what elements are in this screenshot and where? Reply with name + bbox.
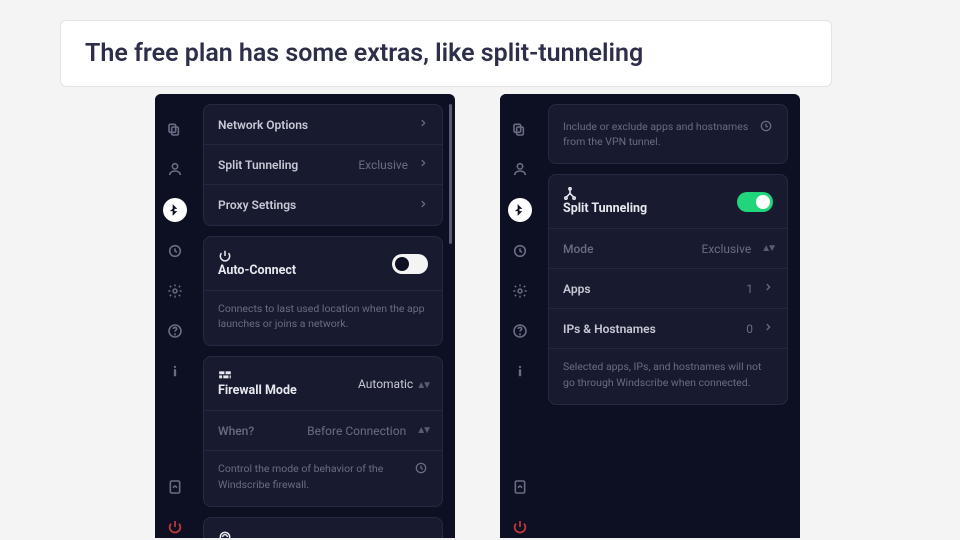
firewall-when-label: When? bbox=[218, 424, 254, 438]
connection-mode-card: Connection Mode Automatic ▲▼ bbox=[203, 517, 443, 538]
apps-row[interactable]: Apps 1 bbox=[549, 269, 787, 309]
apps-label: Apps bbox=[563, 282, 591, 296]
content-right: Include or exclude apps and hostnames fr… bbox=[540, 94, 800, 538]
nav-account-icon[interactable] bbox=[509, 158, 531, 180]
split-tunneling-toggle[interactable] bbox=[737, 192, 773, 212]
nav-account-icon[interactable] bbox=[164, 158, 186, 180]
firewall-when-select[interactable]: Before Connection ▲▼ bbox=[307, 424, 428, 438]
settings-panel-right: Include or exclude apps and hostnames fr… bbox=[500, 94, 800, 538]
connection-mode-title-group: Connection Mode bbox=[218, 530, 317, 538]
chevron-right-icon bbox=[418, 117, 428, 132]
nav-logout-icon[interactable] bbox=[164, 476, 186, 498]
content-left: Network Options Split Tunneling Exclusiv… bbox=[195, 94, 455, 538]
firewall-mode-value: Automatic bbox=[358, 377, 413, 391]
connection-mode-value: Automatic bbox=[358, 537, 413, 538]
split-tunneling-icon bbox=[563, 187, 647, 201]
network-options-label: Network Options bbox=[218, 118, 308, 132]
network-options-row[interactable]: Network Options bbox=[204, 105, 442, 145]
auto-connect-description: Connects to last used location when the … bbox=[218, 301, 428, 331]
auto-connect-toggle[interactable] bbox=[392, 254, 428, 274]
updown-icon: ▲▼ bbox=[416, 380, 428, 391]
mode-select[interactable]: Exclusive ▲▼ bbox=[702, 242, 773, 256]
nav-robert-icon[interactable] bbox=[509, 240, 531, 262]
connection-mode-icon bbox=[218, 530, 317, 538]
nav-preferences-icon[interactable] bbox=[509, 280, 531, 302]
nav-preferences-icon[interactable] bbox=[164, 280, 186, 302]
nav-help-icon[interactable] bbox=[164, 320, 186, 342]
nav-robert-icon[interactable] bbox=[164, 240, 186, 262]
proxy-settings-label: Proxy Settings bbox=[218, 198, 296, 212]
split-tunneling-card: Split Tunneling Mode Exclusive ▲▼ Apps 1 bbox=[548, 174, 788, 404]
firewall-when-value: Before Connection bbox=[307, 424, 406, 438]
split-tunneling-info-card: Include or exclude apps and hostnames fr… bbox=[548, 104, 788, 164]
auto-connect-icon bbox=[218, 249, 296, 263]
nav-connection-icon[interactable] bbox=[508, 198, 532, 222]
split-tunneling-footer: Selected apps, IPs, and hostnames will n… bbox=[563, 359, 773, 389]
nav-help-icon[interactable] bbox=[509, 320, 531, 342]
chevron-right-icon bbox=[418, 157, 428, 172]
clock-icon bbox=[414, 461, 428, 479]
hosts-row[interactable]: IPs & Hostnames 0 bbox=[549, 309, 787, 349]
split-tunneling-info: Include or exclude apps and hostnames fr… bbox=[563, 119, 749, 149]
split-tunneling-card-title: Split Tunneling bbox=[563, 187, 647, 216]
nav-quit-icon[interactable] bbox=[509, 516, 531, 538]
chevron-right-icon bbox=[763, 321, 773, 336]
updown-icon: ▲▼ bbox=[761, 243, 773, 254]
nav-logout-icon[interactable] bbox=[509, 476, 531, 498]
auto-connect-card: Auto-Connect Connects to last used locat… bbox=[203, 236, 443, 346]
updown-icon: ▲▼ bbox=[416, 425, 428, 436]
nav-connection-icon[interactable] bbox=[163, 198, 187, 222]
hosts-label: IPs & Hostnames bbox=[563, 322, 656, 336]
split-tunneling-row[interactable]: Split Tunneling Exclusive bbox=[204, 145, 442, 185]
firewall-title-group: Firewall Mode bbox=[218, 369, 297, 398]
nav-general-icon[interactable] bbox=[509, 118, 531, 140]
firewall-card: Firewall Mode Automatic ▲▼ When? Before … bbox=[203, 356, 443, 506]
connection-nav-card: Network Options Split Tunneling Exclusiv… bbox=[203, 104, 443, 226]
firewall-description: Control the mode of behavior of the Wind… bbox=[218, 461, 404, 491]
nav-about-icon[interactable] bbox=[509, 360, 531, 382]
auto-connect-title: Auto-Connect bbox=[218, 249, 296, 278]
scrollbar-thumb[interactable] bbox=[449, 104, 452, 244]
split-tunneling-label: Split Tunneling bbox=[218, 158, 298, 172]
caption-card: The free plan has some extras, like spli… bbox=[60, 20, 832, 87]
split-tunneling-status: Exclusive bbox=[358, 158, 408, 172]
connection-mode-select[interactable]: Automatic ▲▼ bbox=[358, 537, 428, 538]
sidebar bbox=[500, 94, 540, 538]
nav-about-icon[interactable] bbox=[164, 360, 186, 382]
nav-quit-icon[interactable] bbox=[164, 516, 186, 538]
mode-value: Exclusive bbox=[702, 242, 752, 256]
caption-text: The free plan has some extras, like spli… bbox=[85, 39, 643, 68]
apps-count: 1 bbox=[746, 282, 753, 296]
sidebar bbox=[155, 94, 195, 538]
settings-panel-left: Network Options Split Tunneling Exclusiv… bbox=[155, 94, 455, 538]
chevron-right-icon bbox=[418, 198, 428, 213]
proxy-settings-row[interactable]: Proxy Settings bbox=[204, 185, 442, 225]
chevron-right-icon bbox=[763, 281, 773, 296]
nav-general-icon[interactable] bbox=[164, 118, 186, 140]
firewall-mode-select[interactable]: Automatic ▲▼ bbox=[358, 377, 428, 391]
hosts-count: 0 bbox=[746, 322, 753, 336]
mode-label: Mode bbox=[563, 242, 594, 256]
firewall-icon bbox=[218, 369, 297, 383]
clock-icon bbox=[759, 119, 773, 137]
